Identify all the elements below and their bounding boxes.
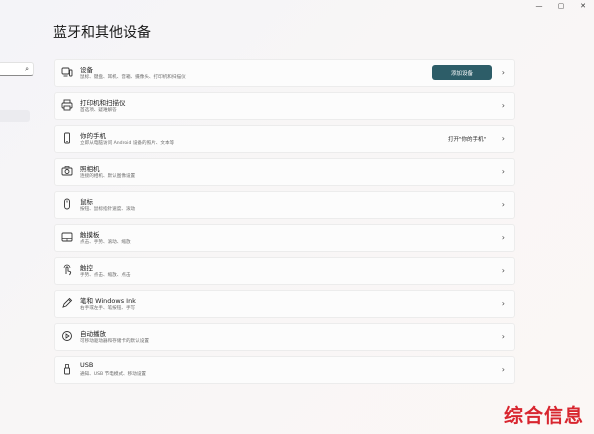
- item-subtitle: 连接的相机、默认图像设置: [80, 174, 136, 179]
- item-subtitle: 可移动驱动器和存储卡的默认设置: [80, 339, 149, 344]
- settings-list: 设备 鼠标、键盘、耳机、音箱、摄像头、打印机和扫描仪 添加设备 › 打印机和扫描…: [54, 59, 515, 389]
- item-title: 笔和 Windows Ink: [80, 297, 136, 305]
- chevron-right-icon: ›: [501, 101, 505, 110]
- chevron-right-icon: ›: [501, 299, 505, 308]
- chevron-right-icon: ›: [501, 365, 505, 374]
- settings-item-touchpad[interactable]: 触摸板 点击、手势、滚动、缩放 ›: [54, 224, 515, 252]
- item-title: 鼠标: [80, 198, 93, 206]
- item-title: 你的手机: [80, 132, 106, 140]
- item-title: 设备: [80, 66, 93, 74]
- item-subtitle: 首选项、疑难解答: [80, 108, 117, 113]
- sidebar: ⌕: [0, 0, 40, 434]
- item-title: 触控: [80, 264, 93, 272]
- item-title: 自动播放: [80, 330, 106, 338]
- title-bar: — ▢ ✕: [528, 0, 594, 12]
- settings-item-camera[interactable]: 照相机 连接的相机、默认图像设置 ›: [54, 158, 515, 186]
- add-device-button[interactable]: 添加设备: [432, 65, 492, 80]
- settings-item-mouse[interactable]: 鼠标 按钮、鼠标指针速度、滚动 ›: [54, 191, 515, 219]
- mouse-icon: [61, 198, 73, 210]
- item-subtitle: 点击、手势、滚动、缩放: [80, 240, 131, 245]
- settings-item-touch[interactable]: 触控 手势、点击、缩放、点击 ›: [54, 257, 515, 285]
- item-subtitle: 按钮、鼠标指针速度、滚动: [80, 207, 136, 212]
- settings-item-printers[interactable]: 打印机和扫描仪 首选项、疑难解答 ›: [54, 92, 515, 120]
- item-subtitle: 手势、点击、缩放、点击: [80, 273, 131, 278]
- pen-icon: [61, 297, 73, 309]
- phone-icon: [61, 132, 73, 144]
- touchpad-icon: [61, 231, 73, 243]
- item-subtitle: 通知、USB 节电模式、移动设置: [80, 372, 147, 377]
- sidebar-item-selected[interactable]: [0, 110, 30, 122]
- search-input[interactable]: ⌕: [0, 62, 34, 76]
- usb-icon: [61, 363, 73, 375]
- chevron-right-icon: ›: [501, 200, 505, 209]
- item-title: 打印机和扫描仪: [80, 99, 126, 107]
- devices-icon: [61, 66, 73, 78]
- settings-item-pen[interactable]: 笔和 Windows Ink 右手或左手、笔按钮、手写 ›: [54, 290, 515, 318]
- item-title: 触摸板: [80, 231, 100, 239]
- item-subtitle: 立即从电脑访问 Android 设备的照片、文本等: [80, 141, 175, 146]
- chevron-right-icon: ›: [501, 332, 505, 341]
- camera-icon: [61, 165, 73, 177]
- settings-item-autoplay[interactable]: 自动播放 可移动驱动器和存储卡的默认设置 ›: [54, 323, 515, 351]
- chevron-right-icon: ›: [501, 167, 505, 176]
- page-title: 蓝牙和其他设备: [53, 25, 151, 41]
- printer-icon: [61, 99, 73, 111]
- autoplay-icon: [61, 330, 73, 342]
- watermark-logo: 综合信息: [503, 405, 584, 427]
- chevron-right-icon: ›: [501, 68, 505, 77]
- search-icon: ⌕: [25, 65, 29, 73]
- chevron-right-icon: ›: [501, 266, 505, 275]
- item-title: 照相机: [80, 165, 100, 173]
- settings-item-usb[interactable]: USB 通知、USB 节电模式、移动设置 ›: [54, 356, 515, 384]
- item-title: USB: [80, 361, 94, 369]
- settings-item-phone[interactable]: 你的手机 立即从电脑访问 Android 设备的照片、文本等 打开"你的手机" …: [54, 125, 515, 153]
- item-subtitle: 右手或左手、笔按钮、手写: [80, 306, 136, 311]
- settings-item-devices[interactable]: 设备 鼠标、键盘、耳机、音箱、摄像头、打印机和扫描仪 添加设备 ›: [54, 59, 515, 87]
- chevron-right-icon: ›: [501, 134, 505, 143]
- maximize-button[interactable]: ▢: [550, 0, 572, 12]
- touch-icon: [61, 264, 73, 276]
- minimize-button[interactable]: —: [528, 0, 550, 12]
- close-button[interactable]: ✕: [572, 0, 594, 12]
- open-your-phone-link[interactable]: 打开"你的手机": [448, 135, 486, 143]
- chevron-right-icon: ›: [501, 233, 505, 242]
- item-subtitle: 鼠标、键盘、耳机、音箱、摄像头、打印机和扫描仪: [80, 75, 186, 80]
